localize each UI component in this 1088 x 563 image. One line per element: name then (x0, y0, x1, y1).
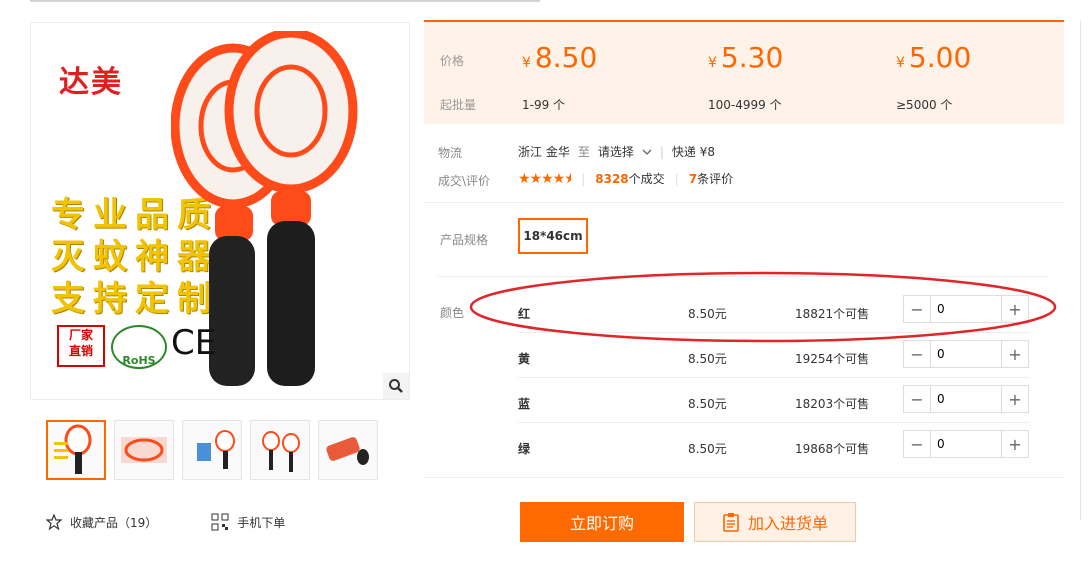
price-panel: 价格 起批量 ¥8.50 1-99 个 ¥5.30 100-4999 个 ¥5.… (424, 20, 1064, 124)
thumbnail-3[interactable] (182, 420, 242, 480)
mobile-order-button[interactable]: 手机下单 (211, 513, 285, 531)
thumbnail-2[interactable] (114, 420, 174, 480)
deals-count[interactable]: 8328个成交 (595, 170, 664, 187)
trade-row: ★★★★★ | 8328个成交 | 7条评价 (518, 170, 734, 187)
ship-from: 浙江 金华 (518, 145, 570, 159)
magnifier-icon (389, 379, 403, 393)
reviews-count[interactable]: 7条评价 (689, 170, 733, 187)
price-tier-2: ¥5.30 (708, 41, 784, 74)
sku-price: 8.50元 (688, 352, 727, 366)
product-main-image[interactable]: 达美 专业品质 灭蚊神器 支持定制 厂家 直销 RoHS CE (30, 22, 410, 400)
sku-stock: 18203个可售 (795, 397, 870, 411)
quantity-input[interactable] (931, 386, 1001, 412)
left-actions: 收藏产品（19） 手机下单 (46, 513, 285, 531)
quantity-input[interactable] (931, 431, 1001, 457)
zoom-button[interactable] (383, 373, 409, 399)
sku-color-name: 绿 (518, 442, 531, 456)
destination-select[interactable]: 请选择 (598, 143, 652, 160)
quantity-stepper: − + (903, 430, 1029, 458)
clipboard-icon (723, 513, 739, 532)
page-title-clipped (30, 0, 550, 2)
divider (518, 377, 1030, 378)
range-tier-3: ≥5000 个 (896, 98, 953, 112)
qr-code-icon (211, 513, 229, 531)
thumbnail-1[interactable] (46, 420, 106, 480)
range-tier-1: 1-99 个 (522, 98, 566, 112)
range-tier-2: 100-4999 个 (708, 98, 782, 112)
favorite-button[interactable]: 收藏产品（19） (46, 514, 157, 531)
add-to-cart-label: 加入进货单 (747, 514, 828, 533)
to-word: 至 (577, 145, 590, 159)
increment-button[interactable]: + (1001, 386, 1028, 412)
sku-price: 8.50元 (688, 442, 727, 456)
buy-now-button[interactable]: 立即订购 (520, 502, 684, 542)
price-tier-1: ¥8.50 (522, 41, 598, 74)
factory-direct-seal: 厂家 直销 (57, 325, 105, 367)
logistics-label: 物流 (438, 146, 463, 160)
price-tier-3: ¥5.00 (896, 41, 972, 74)
chevron-down-icon (642, 149, 652, 155)
sku-row-green: 绿 8.50元 19868个可售 − + (518, 430, 1030, 464)
decrement-button[interactable]: − (904, 431, 931, 457)
thumbnail-5[interactable] (318, 420, 378, 480)
color-label: 颜色 (440, 306, 465, 320)
thumbnail-4[interactable] (250, 420, 310, 480)
sku-color-name: 蓝 (518, 397, 531, 411)
logistics-row: 浙江 金华 至 请选择 | 快递 ¥8 (518, 143, 715, 160)
add-to-cart-button[interactable]: 加入进货单 (694, 502, 856, 542)
divider (518, 422, 1030, 423)
scrollbar-track[interactable] (1080, 20, 1081, 520)
sku-price: 8.50元 (688, 397, 727, 411)
express-fee: 快递 ¥8 (671, 145, 715, 159)
sku-stock: 19868个可售 (795, 442, 870, 456)
thumbnail-strip (46, 420, 378, 480)
rohs-logo: RoHS (111, 325, 167, 369)
divider (424, 477, 1064, 478)
sku-stock: 19254个可售 (795, 352, 870, 366)
divider (424, 202, 1064, 203)
ce-logo: CE (171, 323, 217, 363)
price-label: 价格 (440, 54, 465, 68)
trade-label: 成交\评价 (438, 174, 491, 188)
decrement-button[interactable]: − (904, 386, 931, 412)
spec-option-selected[interactable]: 18*46cm (518, 218, 588, 254)
rating-stars: ★★★★★ (518, 170, 572, 187)
star-outline-icon (46, 514, 62, 530)
moq-label: 起批量 (440, 98, 477, 112)
spec-label: 产品规格 (440, 233, 489, 247)
quantity-stepper: − + (903, 385, 1029, 413)
sku-color-name: 黄 (518, 352, 531, 366)
mobile-order-label: 手机下单 (237, 515, 286, 530)
sku-row-blue: 蓝 8.50元 18203个可售 − + (518, 385, 1030, 419)
increment-button[interactable]: + (1001, 431, 1028, 457)
favorite-label: 收藏产品（19） (70, 515, 158, 530)
highlight-ellipse (469, 271, 1057, 343)
brand-logo-text: 达美 (59, 65, 123, 100)
